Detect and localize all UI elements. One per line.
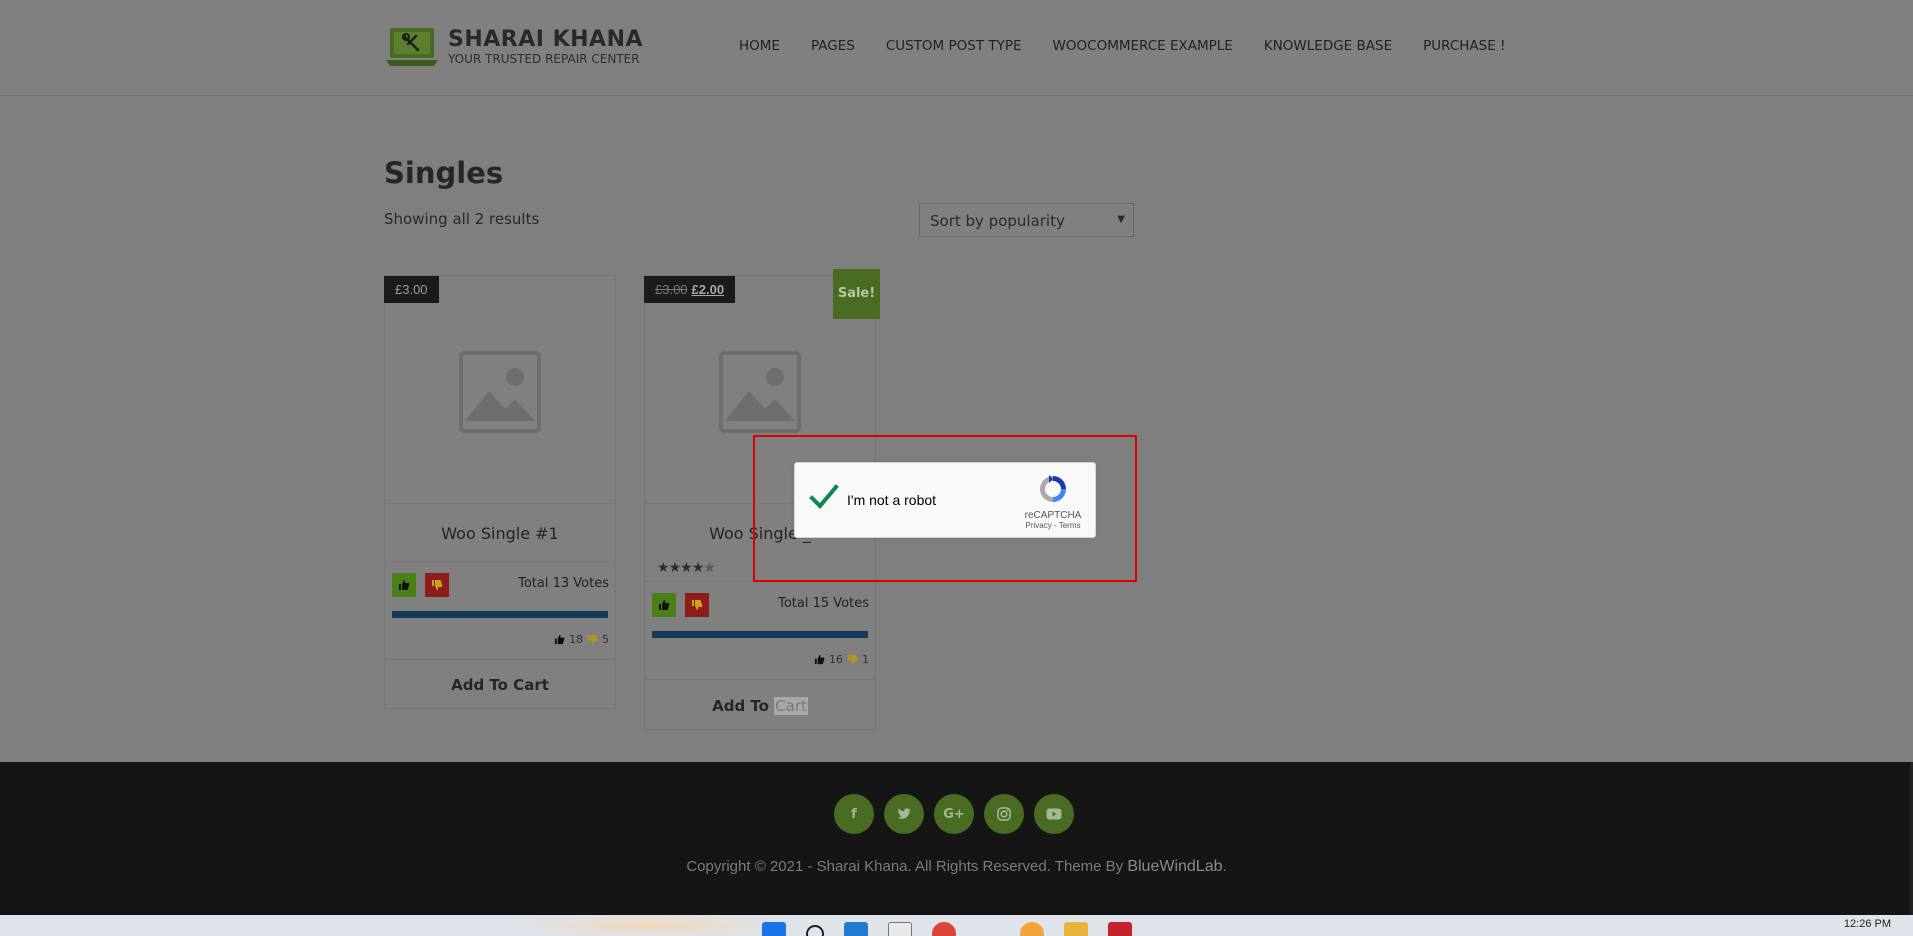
app-icon[interactable] — [976, 922, 1000, 936]
thumbs-up-icon — [814, 654, 825, 665]
old-price: £3.00 — [655, 282, 688, 297]
main-nav: HOME PAGES CUSTOM POST TYPE WOOCOMMERCE … — [739, 38, 1536, 54]
taskbar-icons — [762, 922, 1132, 936]
file-explorer-icon[interactable] — [1064, 922, 1088, 936]
site-tagline: YOUR TRUSTED REPAIR CENTER — [448, 52, 640, 66]
dislike-count: 1 — [862, 653, 869, 666]
thumbs-up-icon — [554, 634, 565, 645]
like-button[interactable] — [652, 593, 676, 617]
social-links: f G+ — [834, 794, 1074, 834]
total-votes: Total 13 Votes — [518, 576, 609, 591]
sale-price: £2.00 — [691, 282, 725, 297]
recaptcha-icon — [1040, 475, 1066, 502]
star-rating: ★★★★★ — [657, 559, 716, 576]
page-title: Singles — [384, 156, 504, 190]
chrome-canary-icon[interactable] — [1020, 922, 1044, 936]
image-placeholder-icon — [459, 351, 541, 433]
selected-text: Cart — [774, 697, 808, 715]
taskbar-glow — [520, 915, 780, 936]
vote-progress-bar — [652, 631, 868, 638]
os-taskbar: 12:26 PM — [0, 915, 1913, 936]
vote-progress-bar — [392, 611, 608, 618]
add-to-cart-button[interactable]: Add To Cart — [645, 697, 875, 715]
windows-start-icon[interactable] — [762, 922, 786, 936]
captcha-label: I'm not a robot — [847, 492, 937, 508]
star-icon: ★ — [668, 559, 682, 575]
sort-select[interactable]: Sort by popularity ▼ — [919, 203, 1134, 237]
copyright: Copyright © 2021 - Sharai Khana. All Rig… — [0, 858, 1913, 876]
thumbs-down-icon — [692, 600, 703, 610]
checkmark-icon[interactable] — [809, 483, 839, 516]
recaptcha-widget: I'm not a robot reCAPTCHA Privacy - Term… — [794, 462, 1096, 538]
laptop-wrench-icon — [384, 26, 440, 68]
site-header: SHARAI KHANA YOUR TRUSTED REPAIR CENTER … — [0, 0, 1913, 96]
vscode-icon[interactable] — [844, 922, 868, 936]
facebook-icon[interactable]: f — [834, 794, 874, 834]
product-card: £3.00 Woo Single #1 Total 13 Votes 18 5 … — [384, 275, 616, 709]
vote-counts: 16 1 — [814, 653, 869, 666]
notepad-icon[interactable] — [888, 922, 912, 936]
total-votes: Total 15 Votes — [778, 596, 869, 611]
like-count: 18 — [569, 633, 583, 646]
copyright-period: . — [1222, 858, 1227, 875]
thumbs-down-icon — [432, 580, 443, 590]
nav-woocommerce-example[interactable]: WOOCOMMERCE EXAMPLE — [1053, 38, 1233, 54]
copyright-text: Copyright © 2021 - Sharai Khana. All Rig… — [686, 858, 1128, 875]
sort-selected-value: Sort by popularity — [930, 212, 1065, 230]
dislike-button[interactable] — [425, 573, 449, 597]
nav-purchase[interactable]: PURCHASE ! — [1423, 38, 1505, 54]
vote-counts: 18 5 — [554, 633, 609, 646]
youtube-icon[interactable] — [1034, 794, 1074, 834]
theme-author-link[interactable]: BlueWindLab — [1127, 858, 1222, 875]
recaptcha-logo: reCAPTCHA Privacy - Terms — [1023, 473, 1083, 530]
add-to-cart-label: Add To Cart — [451, 676, 549, 694]
star-icon: ★ — [657, 559, 670, 575]
google-plus-icon[interactable]: G+ — [934, 794, 974, 834]
search-icon[interactable] — [806, 925, 824, 936]
site-footer: f G+ Copyright © 2021 - Sharai Khana. Al… — [0, 762, 1913, 915]
filezilla-icon[interactable] — [1108, 922, 1132, 936]
chevron-down-icon: ▼ — [1117, 214, 1125, 225]
price-tag: £3.00 — [384, 276, 439, 303]
captcha-links[interactable]: Privacy - Terms — [1023, 521, 1083, 530]
twitter-icon[interactable] — [884, 794, 924, 834]
nav-pages[interactable]: PAGES — [811, 38, 855, 54]
dislike-button[interactable] — [685, 593, 709, 617]
image-placeholder-icon — [719, 351, 801, 433]
star-icon: ★ — [691, 559, 705, 575]
add-to-cart-label: Add To — [712, 697, 775, 715]
add-to-cart-button[interactable]: Add To Cart — [385, 676, 615, 694]
product-title[interactable]: Woo Single #1 — [385, 524, 615, 543]
thumbs-up-icon — [399, 580, 410, 590]
sale-badge: Sale! — [833, 269, 880, 319]
captcha-brand: reCAPTCHA — [1024, 510, 1082, 521]
site-title[interactable]: SHARAI KHANA — [448, 28, 643, 52]
nav-home[interactable]: HOME — [739, 38, 780, 54]
nav-custom-post-type[interactable]: CUSTOM POST TYPE — [886, 38, 1022, 54]
divider — [385, 659, 615, 660]
chrome-icon[interactable] — [932, 922, 956, 936]
result-count: Showing all 2 results — [384, 210, 540, 228]
like-button[interactable] — [392, 573, 416, 597]
nav-knowledge-base[interactable]: KNOWLEDGE BASE — [1264, 38, 1392, 54]
thumbs-down-icon — [847, 654, 858, 665]
product-image-placeholder[interactable] — [385, 276, 615, 504]
divider — [385, 561, 615, 562]
instagram-icon[interactable] — [984, 794, 1024, 834]
thumbs-down-icon — [587, 634, 598, 645]
taskbar-clock[interactable]: 12:26 PM — [1844, 918, 1891, 930]
site-logo[interactable]: SHARAI KHANA YOUR TRUSTED REPAIR CENTER — [384, 26, 643, 68]
dislike-count: 5 — [602, 633, 609, 646]
price: £3.00 — [395, 282, 428, 297]
half-star-icon: ★ — [703, 559, 716, 575]
price-tag: £3.00 £2.00 — [644, 276, 736, 303]
star-icon: ★ — [680, 559, 693, 575]
like-count: 16 — [829, 653, 843, 666]
thumbs-up-icon — [659, 600, 670, 610]
divider — [645, 679, 875, 680]
